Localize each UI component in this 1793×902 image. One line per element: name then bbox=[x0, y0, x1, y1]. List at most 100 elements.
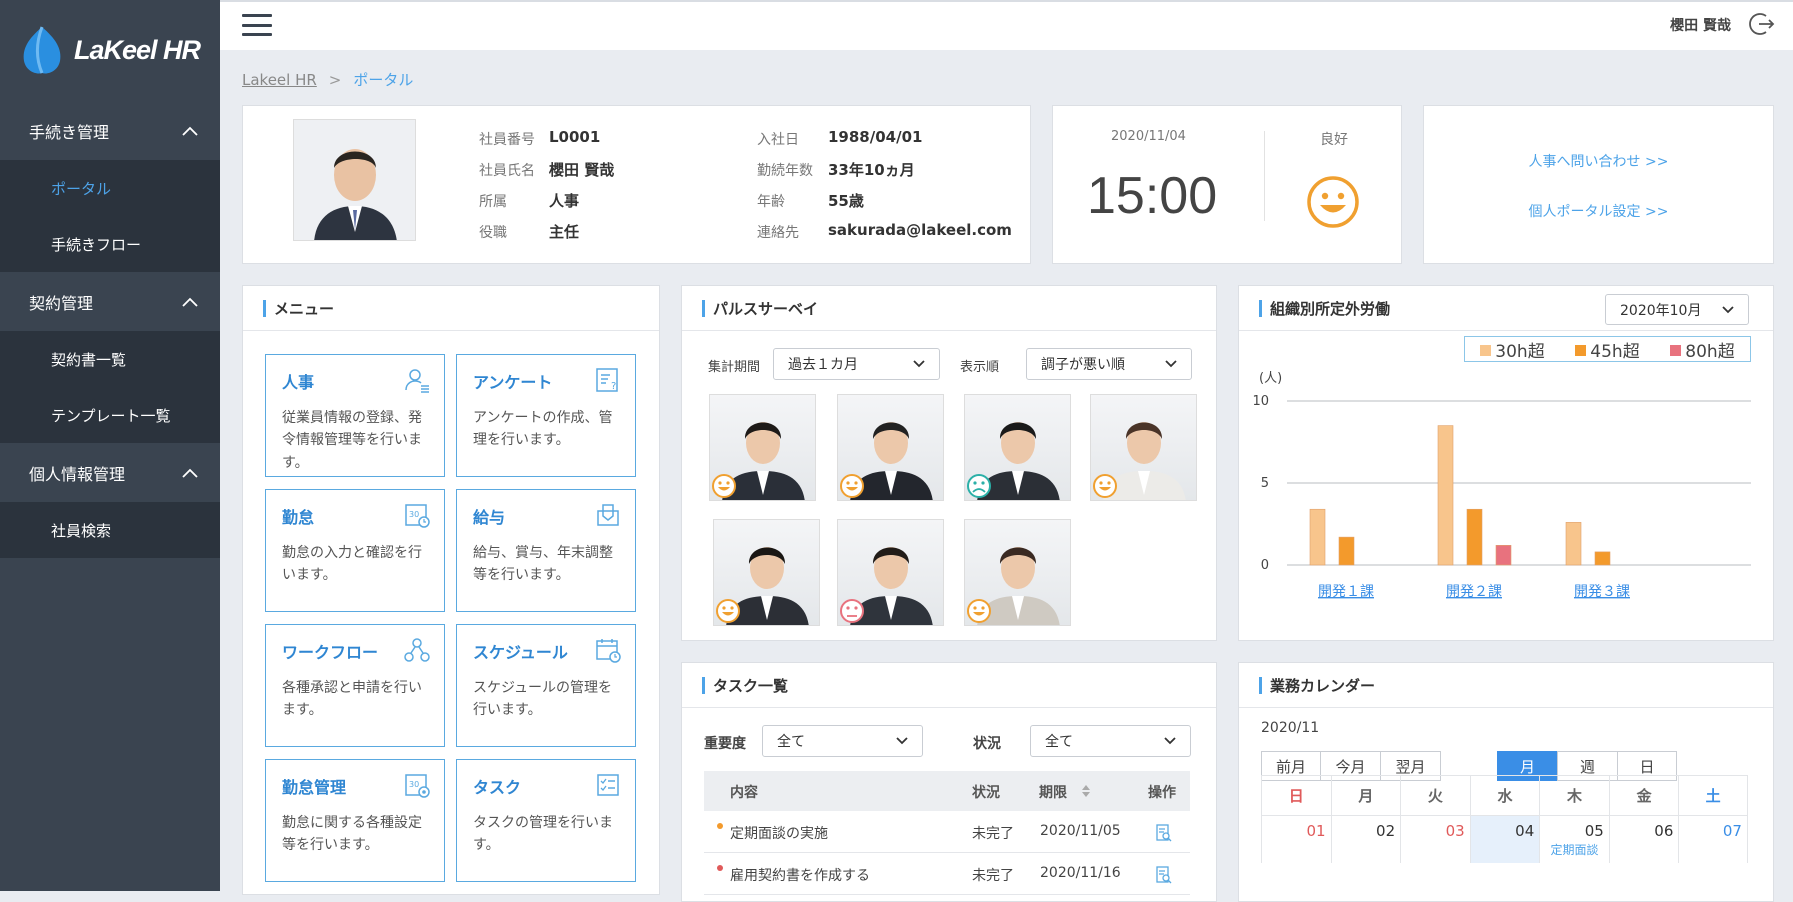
chevron-up-icon bbox=[182, 297, 198, 307]
chevron-down-icon bbox=[1722, 305, 1734, 313]
department-value: 人事 bbox=[549, 192, 580, 210]
top-bar: 櫻田 賢哉 bbox=[220, 0, 1793, 50]
menu-tile-workflow[interactable]: ワークフロー 各種承認と申請を行います。 bbox=[265, 624, 445, 747]
mood-good-icon bbox=[716, 599, 740, 623]
age-label: 年齢 bbox=[757, 194, 785, 210]
employee-name-label: 社員氏名 bbox=[479, 163, 535, 179]
user-name: 櫻田 賢哉 bbox=[1670, 18, 1731, 34]
employee-face-photo[interactable] bbox=[837, 394, 944, 501]
calendar-day[interactable]: 01 bbox=[1261, 815, 1331, 863]
employee-face-photo[interactable] bbox=[964, 394, 1071, 501]
menu-tile-hr[interactable]: 人事 従業員情報の登録、発令情報管理等を行います。 bbox=[265, 354, 445, 477]
weekday-header-row: 日 月 火 水 木 金 土 bbox=[1261, 775, 1748, 815]
portal-settings-link[interactable]: 個人ポータル設定 >> bbox=[1424, 201, 1773, 221]
x-tick-label[interactable]: 開発２課 bbox=[1446, 584, 1502, 600]
document-search-icon[interactable] bbox=[1156, 824, 1172, 842]
x-tick-label[interactable]: 開発３課 bbox=[1574, 584, 1630, 600]
clock-mood-card: 2020/11/04 15:00 良好 bbox=[1052, 105, 1402, 264]
overtime-bar-chart: (人) 0 5 10 開発１課 開発２課 開発３課 bbox=[1252, 371, 1751, 600]
sidebar-item-procedure-flow[interactable]: 手続きフロー bbox=[0, 216, 220, 272]
mood-label: 良好 bbox=[1320, 132, 1348, 148]
calendar-event[interactable]: 定期面談 bbox=[1540, 841, 1609, 858]
sidebar-item-label: 手続きフロー bbox=[51, 235, 142, 254]
nav-group-contracts[interactable]: 契約管理 bbox=[0, 272, 220, 331]
nav-group-personal-info[interactable]: 個人情報管理 bbox=[0, 443, 220, 502]
workflow-icon bbox=[404, 638, 430, 662]
bar-30h超-開発１課[interactable] bbox=[1309, 508, 1326, 566]
menu-tile-attendance[interactable]: 勤怠 勤怠の入力と確認を行います。 30 bbox=[265, 489, 445, 612]
chevron-up-icon bbox=[182, 468, 198, 478]
mood-good-icon bbox=[840, 474, 864, 498]
document-search-icon[interactable] bbox=[1156, 866, 1172, 884]
day-number: 05 bbox=[1584, 822, 1604, 840]
calendar-day[interactable]: 07 bbox=[1678, 815, 1748, 863]
breadcrumb-home-link[interactable]: Lakeel HR bbox=[242, 71, 317, 89]
employee-number-label: 社員番号 bbox=[479, 132, 535, 148]
schedule-icon bbox=[596, 639, 621, 663]
menu-tile-task[interactable]: タスク タスクの管理を行います。 bbox=[456, 759, 636, 882]
y-axis-label: (人) bbox=[1259, 371, 1282, 386]
hamburger-menu-icon[interactable] bbox=[242, 14, 272, 36]
tile-description: 勤怠の入力と確認を行います。 bbox=[282, 545, 422, 584]
task-table-header: 内容 状況 期限 操作 bbox=[704, 771, 1190, 811]
bar-45h超-開発１課[interactable] bbox=[1338, 536, 1355, 566]
smiley-face-icon[interactable] bbox=[1306, 175, 1360, 229]
month-select[interactable]: 2020年10月 bbox=[1605, 294, 1749, 325]
employee-face-photo[interactable] bbox=[1090, 394, 1197, 501]
task-checklist-icon bbox=[597, 774, 619, 796]
chart-legend: 30h超 45h超 80h超 bbox=[1464, 336, 1751, 362]
bar-80h超-開発２課[interactable] bbox=[1495, 545, 1512, 566]
bar-45h超-開発２課[interactable] bbox=[1466, 508, 1483, 566]
x-tick-label[interactable]: 開発１課 bbox=[1318, 584, 1374, 600]
svg-text:30: 30 bbox=[409, 510, 419, 519]
employee-face-photo[interactable] bbox=[713, 519, 820, 626]
employee-face-photo[interactable] bbox=[964, 519, 1071, 626]
calendar-day[interactable]: 02 bbox=[1330, 815, 1401, 863]
priority-select-value: 全て bbox=[777, 734, 805, 750]
bar-45h超-開発３課[interactable] bbox=[1594, 551, 1611, 566]
calendar-grid: 日 月 火 水 木 金 土 01 02 03 04 05 定期面談 06 07 bbox=[1261, 775, 1748, 863]
bar-30h超-開発２課[interactable] bbox=[1437, 425, 1454, 566]
sidebar-item-employee-search[interactable]: 社員検索 bbox=[0, 502, 220, 558]
person-list-icon bbox=[405, 369, 429, 393]
calendar-month: 2020/11 bbox=[1261, 720, 1320, 736]
column-due[interactable]: 期限 bbox=[1039, 782, 1067, 802]
priority-select[interactable]: 全て bbox=[762, 725, 923, 757]
breadcrumb: Lakeel HR > ポータル bbox=[242, 69, 413, 90]
calendar-day[interactable]: 06 bbox=[1608, 815, 1679, 863]
nav-group-procedures[interactable]: 手続き管理 bbox=[0, 101, 220, 160]
employee-name-value: 櫻田 賢哉 bbox=[549, 161, 615, 179]
menu-tile-payroll[interactable]: 給与 給与、賞与、年末調整等を行います。 bbox=[456, 489, 636, 612]
sidebar-item-contract-list[interactable]: 契約書一覧 bbox=[0, 331, 220, 387]
status-select[interactable]: 全て bbox=[1030, 725, 1191, 757]
logout-icon[interactable] bbox=[1749, 11, 1775, 37]
position-value: 主任 bbox=[549, 223, 580, 241]
sort-icon[interactable] bbox=[1081, 784, 1091, 798]
tile-description: スケジュールの管理を行います。 bbox=[473, 680, 613, 719]
menu-tile-schedule[interactable]: スケジュール スケジュールの管理を行います。 bbox=[456, 624, 636, 747]
calendar-day[interactable]: 05 定期面談 bbox=[1539, 815, 1609, 863]
legend-label: 80h超 bbox=[1685, 341, 1735, 362]
task-content[interactable]: 雇用契約書を作成する bbox=[730, 865, 870, 885]
task-due: 2020/11/05 bbox=[1040, 823, 1121, 839]
task-list-title: タスク一覧 bbox=[682, 663, 1216, 708]
calendar-day[interactable]: 03 bbox=[1400, 815, 1470, 863]
task-content[interactable]: 定期面談の実施 bbox=[730, 823, 828, 843]
position-label: 役職 bbox=[479, 225, 507, 241]
employee-face-photo[interactable] bbox=[709, 394, 816, 501]
weekday-sat: 土 bbox=[1678, 775, 1748, 815]
sidebar-item-portal[interactable]: ポータル bbox=[0, 160, 220, 216]
sidebar-item-template-list[interactable]: テンプレート一覧 bbox=[0, 387, 220, 443]
menu-tile-attendance-management[interactable]: 勤怠管理 勤怠に関する各種設定等を行います。 30 bbox=[265, 759, 445, 882]
period-select-value: 過去１カ月 bbox=[788, 357, 858, 373]
menu-tile-survey[interactable]: アンケート アンケートの作成、管理を行います。 ? bbox=[456, 354, 636, 477]
bar-30h超-開発３課[interactable] bbox=[1565, 522, 1582, 566]
hr-inquiry-link[interactable]: 人事へ問い合わせ >> bbox=[1424, 151, 1773, 171]
period-select[interactable]: 過去１カ月 bbox=[773, 348, 940, 380]
tile-description: 勤怠に関する各種設定等を行います。 bbox=[282, 815, 422, 854]
calendar-day-today[interactable]: 04 bbox=[1469, 815, 1540, 863]
chevron-down-icon bbox=[1165, 360, 1177, 368]
brand-logo[interactable]: LaKeel HR bbox=[0, 0, 220, 100]
employee-face-photo[interactable] bbox=[837, 519, 944, 626]
order-select[interactable]: 調子が悪い順 bbox=[1026, 348, 1192, 380]
